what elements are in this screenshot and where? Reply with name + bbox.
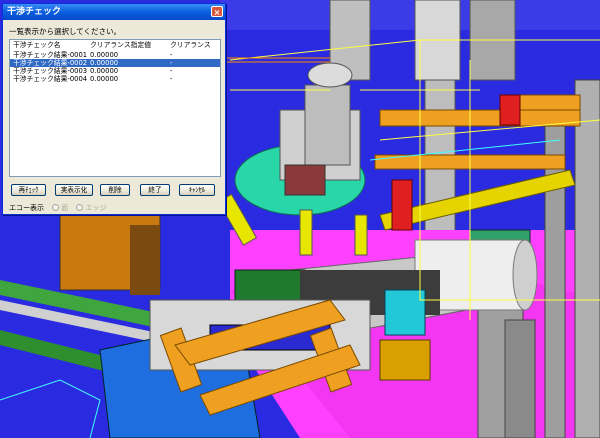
list-item-clearance: - [170, 51, 173, 59]
list-item-clearance-spec: 0.00000 [90, 51, 119, 59]
list-item-name: 干渉チェック結果-0002 [13, 59, 88, 67]
echo-edge-label: エッジ [85, 204, 107, 212]
instruction-text: 一覧表示から選択してください。 [9, 27, 122, 36]
cancel-button[interactable]: ｷｬﾝｾﾙ [179, 184, 215, 196]
list-item[interactable]: 干渉チェック結果-0001 0.00000 - [10, 51, 220, 59]
list-item-clearance: - [170, 67, 173, 75]
echo-face-label: 面 [61, 204, 69, 212]
close-button[interactable]: × [211, 6, 223, 17]
dialog-titlebar[interactable]: 干渉チェック × [3, 4, 225, 20]
list-item-name: 干渉チェック結果-0001 [13, 51, 88, 59]
list-item[interactable]: 干渉チェック結果-0003 0.00000 - [10, 67, 220, 75]
list-item-clearance: - [170, 75, 173, 83]
list-item-clearance-spec: 0.00000 [90, 67, 119, 75]
echo-face-radio[interactable] [52, 204, 60, 211]
list-item-name: 干渉チェック結果-0004 [13, 75, 88, 83]
echo-edge-radio[interactable] [76, 204, 84, 211]
list-item-clearance: - [170, 59, 173, 67]
list-item[interactable]: 干渉チェック結果-0004 0.00000 - [10, 75, 220, 83]
echo-display-group: エコー表示 面 エッジ [9, 203, 106, 213]
finish-button[interactable]: 終了 [140, 184, 170, 196]
column-header-name: 干渉チェック名 [13, 41, 61, 49]
column-header-clearance: クリアランス [170, 41, 211, 49]
delete-button[interactable]: 削除 [100, 184, 130, 196]
list-header: 干渉チェック名 クリアランス指定値 クリアランス [10, 40, 220, 51]
list-item-clearance-spec: 0.00000 [90, 59, 119, 67]
interference-check-dialog: 干渉チェック × 一覧表示から選択してください。 干渉チェック名 クリアランス指… [2, 3, 226, 215]
echo-display-label: エコー表示 [9, 204, 44, 212]
visualize-button[interactable]: 実表示化 [55, 184, 93, 196]
close-icon: × [213, 8, 221, 17]
list-item-selected[interactable]: 干渉チェック結果-0002 0.00000 - [10, 59, 220, 67]
dialog-title: 干渉チェック [7, 7, 62, 17]
recheck-button[interactable]: 再ﾁｪｯｸ [11, 184, 46, 196]
list-item-clearance-spec: 0.00000 [90, 75, 119, 83]
column-header-clearance-spec: クリアランス指定値 [90, 41, 152, 49]
interference-result-list[interactable]: 干渉チェック名 クリアランス指定値 クリアランス 干渉チェック結果-0001 0… [9, 39, 221, 177]
list-item-name: 干渉チェック結果-0003 [13, 67, 88, 75]
